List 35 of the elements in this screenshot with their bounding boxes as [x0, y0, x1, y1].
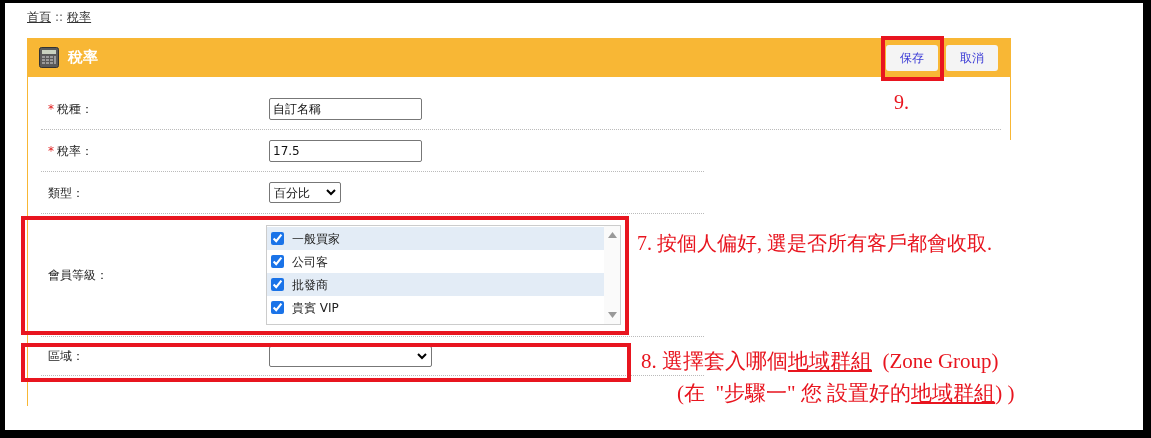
breadcrumb-link[interactable]: 首頁	[27, 8, 51, 26]
scrollbar[interactable]	[604, 226, 620, 324]
select-field[interactable]: 百分比	[269, 182, 341, 203]
annotation-text: 7. 按個人偏好, 選是否所有客戶都會收取.	[637, 231, 992, 256]
option-label: 批發商	[292, 276, 328, 294]
required-mark: *	[48, 142, 54, 160]
annotation-frame	[881, 36, 944, 81]
breadcrumb-link[interactable]: 稅率	[67, 8, 92, 26]
checkbox[interactable]	[271, 232, 284, 245]
checkbox[interactable]	[271, 301, 284, 314]
button[interactable]: 保存	[886, 44, 938, 71]
breadcrumb-separator: ::	[55, 9, 64, 26]
field-label: 區域：	[48, 348, 84, 365]
field-label: 稅率：	[57, 142, 93, 160]
chevron-down-icon	[417, 352, 427, 360]
scroll-up-icon[interactable]	[607, 232, 617, 238]
panel-title: 稅率	[68, 47, 98, 69]
field-label: 會員等級：	[48, 267, 108, 284]
select-field[interactable]	[269, 345, 432, 367]
chevron-down-icon	[326, 189, 336, 196]
checkbox[interactable]	[271, 255, 284, 268]
annotation-text: 9.	[894, 90, 909, 115]
checkbox[interactable]	[271, 278, 284, 291]
annotation-text: 8. 選擇套入哪個地域群組 (Zone Group) (在 "步驟一" 您 設置好的地域群組) )	[641, 348, 1015, 407]
text-field[interactable]: 17.5	[269, 139, 422, 162]
button[interactable]: 取消	[946, 44, 998, 71]
required-mark: *	[48, 101, 54, 118]
option-label: 貴賓 VIP	[292, 299, 339, 317]
field-label: 類型：	[48, 184, 84, 202]
calculator-icon	[39, 47, 59, 68]
option-label: 一般買家	[292, 230, 340, 248]
text-field[interactable]: 自訂名稱	[269, 98, 422, 120]
option-label: 公司客	[292, 253, 328, 271]
scroll-down-icon[interactable]	[607, 312, 617, 318]
field-label: 稅種：	[57, 101, 93, 118]
